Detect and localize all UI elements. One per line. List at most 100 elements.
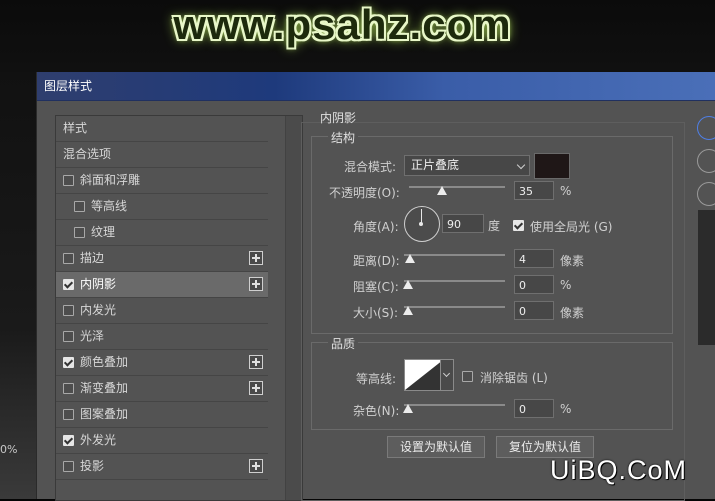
quality-title: 品质 xyxy=(328,335,359,352)
noise-slider-thumb[interactable] xyxy=(403,404,413,413)
style-item-checkbox[interactable] xyxy=(63,409,74,420)
layer-style-dialog: 图层样式 样式混合选项斜面和浮雕等高线纹理描边内阴影内发光光泽颜色叠加渐变叠加图… xyxy=(36,72,715,501)
style-item-checkbox[interactable] xyxy=(63,435,74,446)
opacity-input[interactable]: 35 xyxy=(514,181,554,200)
chevron-down-icon xyxy=(516,160,526,170)
opacity-unit: % xyxy=(560,184,572,198)
contour-preview[interactable] xyxy=(404,359,444,391)
style-item[interactable]: 投影 xyxy=(56,454,268,480)
style-item[interactable]: 颜色叠加 xyxy=(56,350,268,376)
style-item-checkbox[interactable] xyxy=(63,305,74,316)
new-style-button[interactable] xyxy=(697,182,715,206)
opacity-slider[interactable] xyxy=(409,186,505,188)
angle-unit: 度 xyxy=(488,219,501,233)
style-item[interactable]: 样式 xyxy=(56,116,268,142)
choke-input[interactable]: 0 xyxy=(514,275,554,294)
size-input[interactable]: 0 xyxy=(514,301,554,320)
blend-mode-select[interactable]: 正片叠底 xyxy=(404,155,530,176)
add-icon[interactable] xyxy=(249,251,263,265)
chevron-down-icon xyxy=(442,369,451,378)
contour-dropdown[interactable] xyxy=(440,359,454,391)
style-item[interactable]: 光泽 xyxy=(56,324,268,350)
style-item[interactable]: 渐变叠加 xyxy=(56,376,268,402)
style-item-checkbox[interactable] xyxy=(74,227,85,238)
global-light-label: 使用全局光 (G) xyxy=(530,220,613,234)
add-icon[interactable] xyxy=(249,381,263,395)
make-default-button[interactable]: 设置为默认值 xyxy=(387,436,485,458)
global-light-checkbox[interactable] xyxy=(513,220,524,231)
style-item-checkbox[interactable] xyxy=(63,331,74,342)
noise-label: 杂色(N): xyxy=(353,404,400,418)
contour-label: 等高线: xyxy=(356,372,397,386)
style-item-label: 投影 xyxy=(80,459,105,473)
angle-label: 角度(A): xyxy=(353,220,399,234)
blend-mode-value: 正片叠底 xyxy=(411,158,460,172)
style-item-label: 内发光 xyxy=(80,303,117,317)
noise-unit: % xyxy=(560,402,572,416)
distance-slider[interactable] xyxy=(404,254,505,256)
preview-swatch xyxy=(698,210,715,345)
opacity-slider-thumb[interactable] xyxy=(437,186,447,195)
cancel-button[interactable] xyxy=(697,149,715,173)
style-item-checkbox[interactable] xyxy=(74,201,85,212)
contour-curve xyxy=(405,360,443,390)
style-item[interactable]: 混合选项 xyxy=(56,142,268,168)
style-item-checkbox[interactable] xyxy=(63,383,74,394)
size-unit: 像素 xyxy=(560,306,585,320)
choke-slider[interactable] xyxy=(404,280,505,282)
opacity-label: 不透明度(O): xyxy=(329,186,400,200)
style-item-label: 斜面和浮雕 xyxy=(80,173,141,187)
style-item-label: 内阴影 xyxy=(80,277,117,291)
dialog-titlebar[interactable]: 图层样式 xyxy=(37,72,715,101)
angle-input[interactable]: 90 xyxy=(442,214,484,233)
style-item-label: 混合选项 xyxy=(63,147,112,161)
style-item[interactable]: 描边 xyxy=(56,246,268,272)
distance-slider-thumb[interactable] xyxy=(405,254,415,263)
distance-label: 距离(D): xyxy=(353,254,400,268)
shadow-color-swatch[interactable] xyxy=(534,153,570,179)
choke-slider-thumb[interactable] xyxy=(403,280,413,289)
style-list: 样式混合选项斜面和浮雕等高线纹理描边内阴影内发光光泽颜色叠加渐变叠加图案叠加外发… xyxy=(55,115,303,501)
structure-title: 结构 xyxy=(328,129,359,146)
style-item-checkbox[interactable] xyxy=(63,175,74,186)
size-label: 大小(S): xyxy=(353,306,399,320)
style-item-label: 图案叠加 xyxy=(80,407,129,421)
canvas-edge: 0% xyxy=(0,72,36,499)
style-item-label: 颜色叠加 xyxy=(80,355,129,369)
style-item[interactable]: 斜面和浮雕 xyxy=(56,168,268,194)
angle-center xyxy=(419,222,423,226)
watermark-text: www.psahz.com xyxy=(173,1,512,48)
style-item-checkbox[interactable] xyxy=(63,461,74,472)
style-item-label: 等高线 xyxy=(91,199,128,213)
noise-input[interactable]: 0 xyxy=(514,399,554,418)
ok-button[interactable] xyxy=(697,116,715,140)
style-item[interactable]: 内阴影 xyxy=(56,272,268,298)
style-item[interactable]: 外发光 xyxy=(56,428,268,454)
style-list-scrollbar[interactable] xyxy=(285,116,302,500)
style-item-checkbox[interactable] xyxy=(63,357,74,368)
style-item[interactable]: 图案叠加 xyxy=(56,402,268,428)
choke-unit: % xyxy=(560,278,572,292)
style-item-checkbox[interactable] xyxy=(63,279,74,290)
choke-label: 阻塞(C): xyxy=(353,280,399,294)
add-icon[interactable] xyxy=(249,277,263,291)
add-icon[interactable] xyxy=(249,459,263,473)
size-slider-thumb[interactable] xyxy=(403,306,413,315)
noise-slider[interactable] xyxy=(404,404,505,406)
dialog-title: 图层样式 xyxy=(44,79,93,93)
style-item-label: 渐变叠加 xyxy=(80,381,129,395)
size-slider[interactable] xyxy=(404,306,505,308)
corner-watermark: UiBQ.CoM xyxy=(550,455,688,485)
style-item-checkbox[interactable] xyxy=(63,253,74,264)
distance-input[interactable]: 4 xyxy=(514,249,554,268)
style-item[interactable]: 等高线 xyxy=(56,194,268,220)
zoom-percent: 0% xyxy=(0,443,18,456)
antialias-checkbox[interactable] xyxy=(462,371,473,382)
antialias-label: 消除锯齿 (L) xyxy=(480,371,548,385)
style-item[interactable]: 内发光 xyxy=(56,298,268,324)
style-item[interactable]: 纹理 xyxy=(56,220,268,246)
angle-dial[interactable] xyxy=(404,206,440,242)
add-icon[interactable] xyxy=(249,355,263,369)
style-item-label: 描边 xyxy=(80,251,105,265)
distance-unit: 像素 xyxy=(560,254,585,268)
